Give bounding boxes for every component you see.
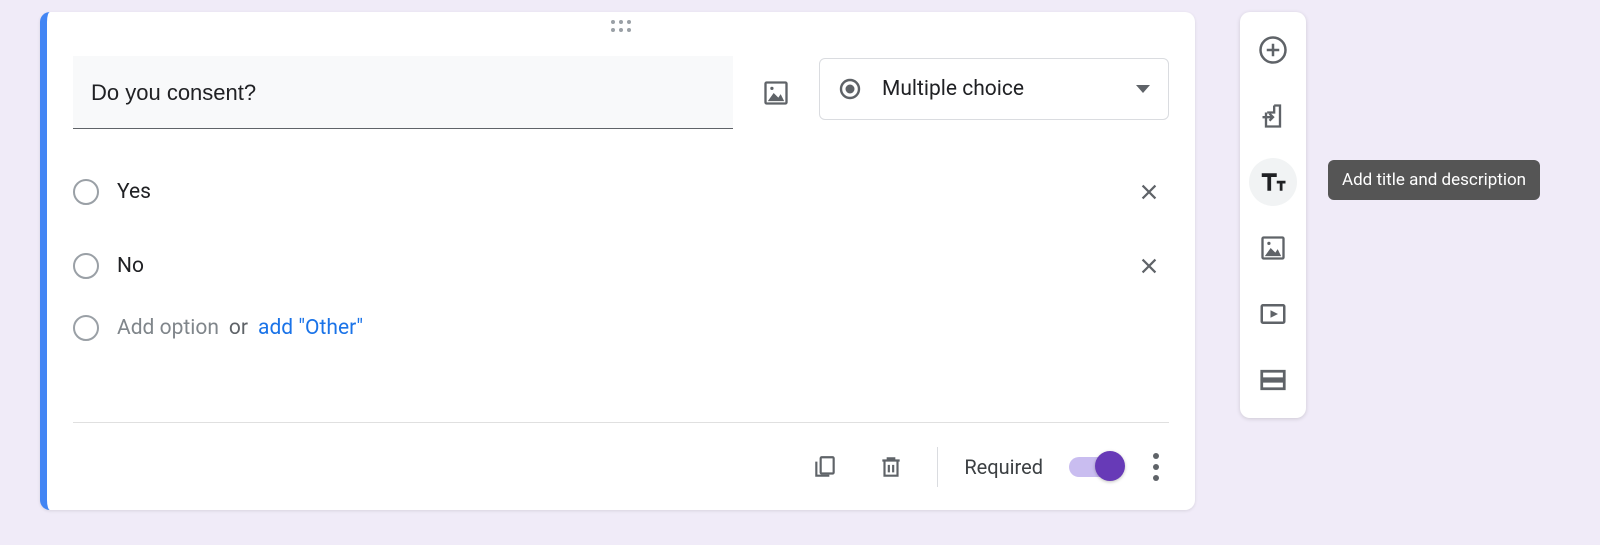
import-questions-button[interactable] [1249,92,1297,140]
question-title-input[interactable] [91,80,715,106]
required-label: Required [964,455,1043,479]
remove-option-button[interactable] [1129,172,1169,212]
toggle-knob [1095,451,1125,481]
close-icon [1138,181,1160,203]
option-row[interactable]: Yes [73,167,1169,217]
add-title-description-button[interactable] [1249,158,1297,206]
radio-icon [838,77,862,101]
question-type-label: Multiple choice [882,77,1116,101]
add-question-button[interactable] [1249,26,1297,74]
question-card: Multiple choice Yes No Add option or add… [40,12,1195,510]
drag-handle-icon[interactable] [611,20,631,32]
more-options-button[interactable] [1147,447,1165,487]
add-section-button[interactable] [1249,356,1297,404]
trash-icon [878,454,904,480]
tooltip: Add title and description [1328,160,1540,200]
add-option-button[interactable]: Add option [117,316,219,340]
add-image-button[interactable] [753,70,799,116]
add-option-row: Add option or add "Other" [73,315,1169,341]
chevron-down-icon [1136,85,1150,93]
duplicate-button[interactable] [805,447,845,487]
question-type-select[interactable]: Multiple choice [819,58,1169,120]
option-text[interactable]: No [117,254,1129,278]
add-image-toolbar-button[interactable] [1249,224,1297,272]
required-toggle[interactable] [1069,457,1121,477]
image-icon [1259,234,1287,262]
remove-option-button[interactable] [1129,246,1169,286]
add-video-button[interactable] [1249,290,1297,338]
floating-toolbar [1240,12,1306,418]
option-text[interactable]: Yes [117,180,1129,204]
radio-circle-icon [73,253,99,279]
or-text: or [229,316,248,340]
question-title-field[interactable] [73,56,733,129]
delete-button[interactable] [871,447,911,487]
radio-circle-icon [73,315,99,341]
import-icon [1259,102,1287,130]
divider [937,447,938,487]
image-icon [762,79,790,107]
option-row[interactable]: No [73,241,1169,291]
question-top-row: Multiple choice [73,56,1169,129]
video-icon [1258,299,1288,329]
question-footer: Required [73,422,1169,510]
close-icon [1138,255,1160,277]
radio-circle-icon [73,179,99,205]
copy-icon [812,454,838,480]
add-other-button[interactable]: add "Other" [258,316,363,340]
text-icon [1258,167,1288,197]
options-list: Yes No Add option or add "Other" [73,167,1169,341]
plus-circle-icon [1258,35,1288,65]
section-icon [1258,365,1288,395]
